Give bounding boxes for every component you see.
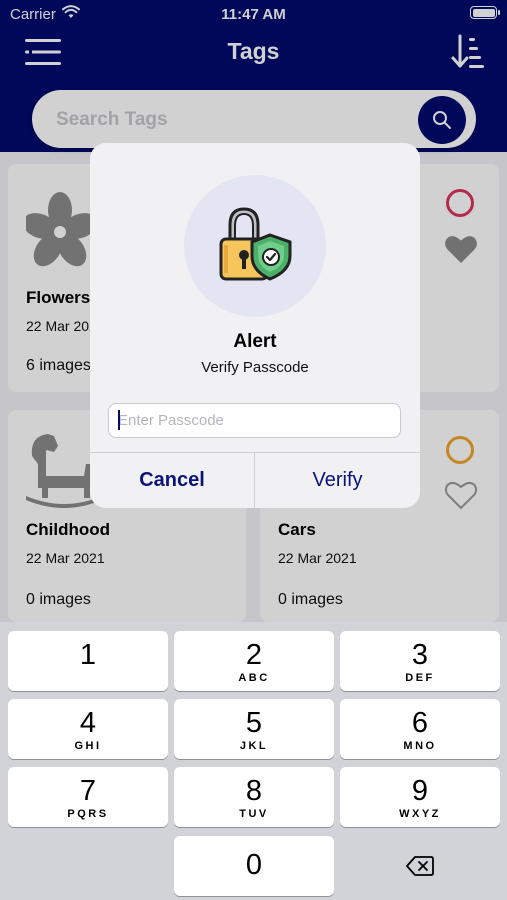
key-digit: 3 [411,639,429,671]
key-0[interactable]: 0 [174,836,334,896]
key-digit: 5 [245,707,263,739]
delete-key[interactable] [340,836,500,896]
key-digit: 9 [411,775,429,807]
key-letters: GHI [74,740,102,752]
lock-illustration [184,175,326,317]
verify-button[interactable]: Verify [255,453,420,508]
alert-message: Verify Passcode [201,359,309,376]
key-digit: 1 [79,639,97,671]
key-digit: 0 [245,849,263,881]
key-digit: 6 [411,707,429,739]
key-3[interactable]: 3 DEF [340,631,500,691]
key-2[interactable]: 2 ABC [174,631,334,691]
key-letters: PQRS [67,808,109,820]
key-letters: WXYZ [399,808,441,820]
key-4[interactable]: 4 GHI [8,699,168,759]
key-letters: DEF [405,672,435,684]
key-1[interactable]: 1 [8,631,168,691]
passcode-alert: Alert Verify Passcode Cancel Verify [90,143,420,508]
key-6[interactable]: 6 MNO [340,699,500,759]
key-digit: 2 [245,639,263,671]
key-digit: 7 [79,775,97,807]
key-letters: ABC [238,672,270,684]
key-7[interactable]: 7 PQRS [8,767,168,827]
key-letters: TUV [239,808,269,820]
key-letters: MNO [403,740,437,752]
text-cursor [118,410,120,430]
passcode-input[interactable] [108,403,401,438]
alert-title: Alert [233,331,277,352]
numeric-keypad: 1 2 ABC 3 DEF 4 GHI 5 JKL 6 MNO 7 PQRS 8… [0,622,507,900]
key-5[interactable]: 5 JKL [174,699,334,759]
lock-shield-icon [219,207,292,281]
delete-backspace-icon [406,856,434,876]
key-9[interactable]: 9 WXYZ [340,767,500,827]
key-digit: 8 [245,775,263,807]
cancel-button[interactable]: Cancel [90,453,254,508]
key-digit: 4 [79,707,97,739]
key-8[interactable]: 8 TUV [174,767,334,827]
key-letters: JKL [239,740,269,752]
